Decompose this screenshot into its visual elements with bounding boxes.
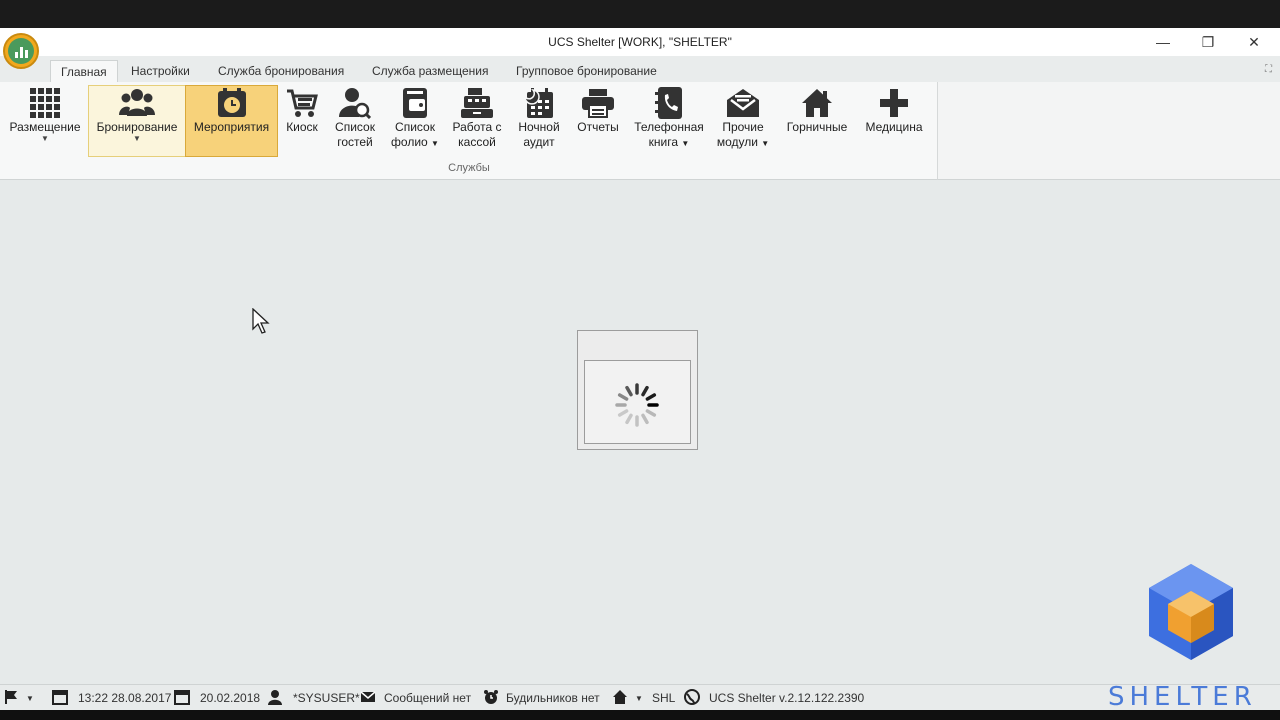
session-datetime: 13:22 28.08.2017	[78, 691, 172, 705]
booking-button[interactable]: Бронирование ▼	[88, 85, 186, 157]
cash-register-button[interactable]: Работа с кассой	[449, 86, 505, 156]
housekeeping-label: Горничные	[786, 120, 848, 134]
events-label: Мероприятия	[193, 120, 270, 134]
loading-panel	[584, 360, 691, 444]
housekeeping-button[interactable]: Горничные	[782, 86, 852, 156]
hotel-code[interactable]: SHL	[652, 691, 675, 705]
night-audit-icon	[519, 86, 559, 120]
other-modules-button[interactable]: Прочие модули ▼	[713, 86, 773, 156]
printer-icon	[578, 86, 618, 120]
user-icon	[268, 690, 282, 705]
guest-list-button[interactable]: Список гостей	[330, 86, 380, 156]
night-audit-label-2: аудит	[523, 135, 555, 149]
accommodation-label: Размещение	[9, 120, 81, 134]
cart-icon	[282, 86, 322, 120]
app-version: UCS Shelter v.2.12.122.2390	[709, 691, 865, 705]
kiosk-label: Киоск	[286, 120, 318, 134]
envelope-icon	[360, 691, 376, 702]
screen: UCS Shelter [WORK], "SHELTER" — ❐ ✕ Глав…	[0, 0, 1280, 720]
events-button[interactable]: Мероприятия	[185, 85, 278, 157]
brand-watermark: SHELTER	[1108, 682, 1257, 712]
os-taskbar	[0, 710, 1280, 720]
guest-search-icon	[335, 86, 375, 120]
ribbon-group-label: Службы	[448, 162, 490, 174]
shelter-logo-icon	[1149, 564, 1233, 660]
kiosk-button[interactable]: Киоск	[282, 86, 322, 156]
folio-list-button[interactable]: Список фолио ▼	[388, 86, 442, 156]
close-button[interactable]: ✕	[1234, 30, 1274, 54]
messages-status[interactable]: Сообщений нет	[384, 691, 471, 705]
phonebook-label-1: Телефонная	[634, 120, 704, 134]
folio-list-label-2: фолио ▼	[391, 135, 439, 149]
minimize-icon: —	[1156, 34, 1170, 50]
guest-list-label-2: гостей	[337, 135, 373, 149]
people-icon	[117, 86, 157, 120]
tab-booking-service[interactable]: Служба бронирования	[208, 60, 354, 82]
loading-dialog	[577, 330, 698, 450]
tab-settings[interactable]: Настройки	[121, 60, 200, 82]
other-modules-label-1: Прочие	[722, 120, 764, 134]
phonebook-button[interactable]: Телефонная книга ▼	[630, 86, 708, 156]
cash-register-icon	[457, 86, 497, 120]
night-audit-label-1: Ночной	[518, 120, 560, 134]
alarms-status[interactable]: Будильников нет	[506, 691, 600, 705]
folio-icon	[395, 86, 435, 120]
phonebook-label-2: книга ▼	[648, 135, 690, 149]
title-bar: UCS Shelter [WORK], "SHELTER" — ❐ ✕	[0, 28, 1280, 56]
medical-cross-icon	[874, 86, 914, 120]
medicine-label: Медицина	[865, 120, 923, 134]
other-modules-label-2: модули ▼	[716, 135, 770, 149]
alarm-clock-icon	[484, 690, 498, 704]
reports-button[interactable]: Отчеты	[574, 86, 622, 156]
restore-icon: ❐	[1201, 33, 1215, 50]
app-window: UCS Shelter [WORK], "SHELTER" — ❐ ✕ Глав…	[0, 28, 1280, 710]
ribbon-collapse-icon[interactable]: ⛶	[1265, 64, 1272, 75]
tab-group-booking[interactable]: Групповое бронирование	[506, 60, 667, 82]
app-logo-icon[interactable]	[3, 33, 39, 69]
ribbon: Размещение ▼ Бронирование ▼ Мероприятия …	[0, 82, 938, 180]
calendar-icon	[52, 690, 68, 705]
close-icon: ✕	[1248, 33, 1260, 50]
guest-list-label-1: Список	[335, 120, 375, 134]
calendar-clock-icon	[212, 86, 252, 120]
ribbon-tabs: Главная Настройки Служба бронирования Сл…	[0, 56, 1280, 82]
chevron-down-icon[interactable]: ▼	[26, 694, 34, 703]
ribbon-empty-area	[938, 82, 1280, 180]
tab-main[interactable]: Главная	[50, 60, 118, 82]
tab-accommodation-service[interactable]: Служба размещения	[362, 60, 498, 82]
accommodation-button[interactable]: Размещение ▼	[6, 86, 84, 156]
chevron-down-icon[interactable]: ▼	[635, 694, 643, 703]
business-date: 20.02.2018	[200, 691, 261, 705]
night-audit-button[interactable]: Ночной аудит	[513, 86, 565, 156]
flag-icon[interactable]	[4, 689, 20, 705]
chevron-down-icon: ▼	[41, 134, 49, 143]
grid-icon	[25, 86, 65, 120]
minimize-button[interactable]: —	[1143, 30, 1183, 54]
status-bar: ▼ 13:22 28.08.2017 20.02.2018 *SYSUSER* …	[0, 684, 1280, 710]
folio-list-label-1: Список	[395, 120, 435, 134]
window-title: UCS Shelter [WORK], "SHELTER"	[548, 35, 732, 49]
house-icon	[613, 690, 627, 704]
phonebook-icon	[649, 86, 689, 120]
mouse-cursor-icon	[252, 308, 270, 334]
current-user: *SYSUSER*	[293, 691, 360, 705]
booking-label: Бронирование	[96, 120, 178, 134]
chevron-down-icon: ▼	[133, 134, 141, 143]
reports-label: Отчеты	[577, 120, 619, 134]
medicine-button[interactable]: Медицина	[860, 86, 928, 156]
loading-spinner-icon	[615, 383, 659, 427]
house-icon	[797, 86, 837, 120]
globe-icon	[684, 689, 700, 705]
restore-button[interactable]: ❐	[1188, 30, 1228, 54]
envelope-icon	[723, 86, 763, 120]
cash-register-label-1: Работа с	[452, 120, 502, 134]
cash-register-label-2: кассой	[458, 135, 496, 149]
calendar-icon	[174, 690, 190, 705]
